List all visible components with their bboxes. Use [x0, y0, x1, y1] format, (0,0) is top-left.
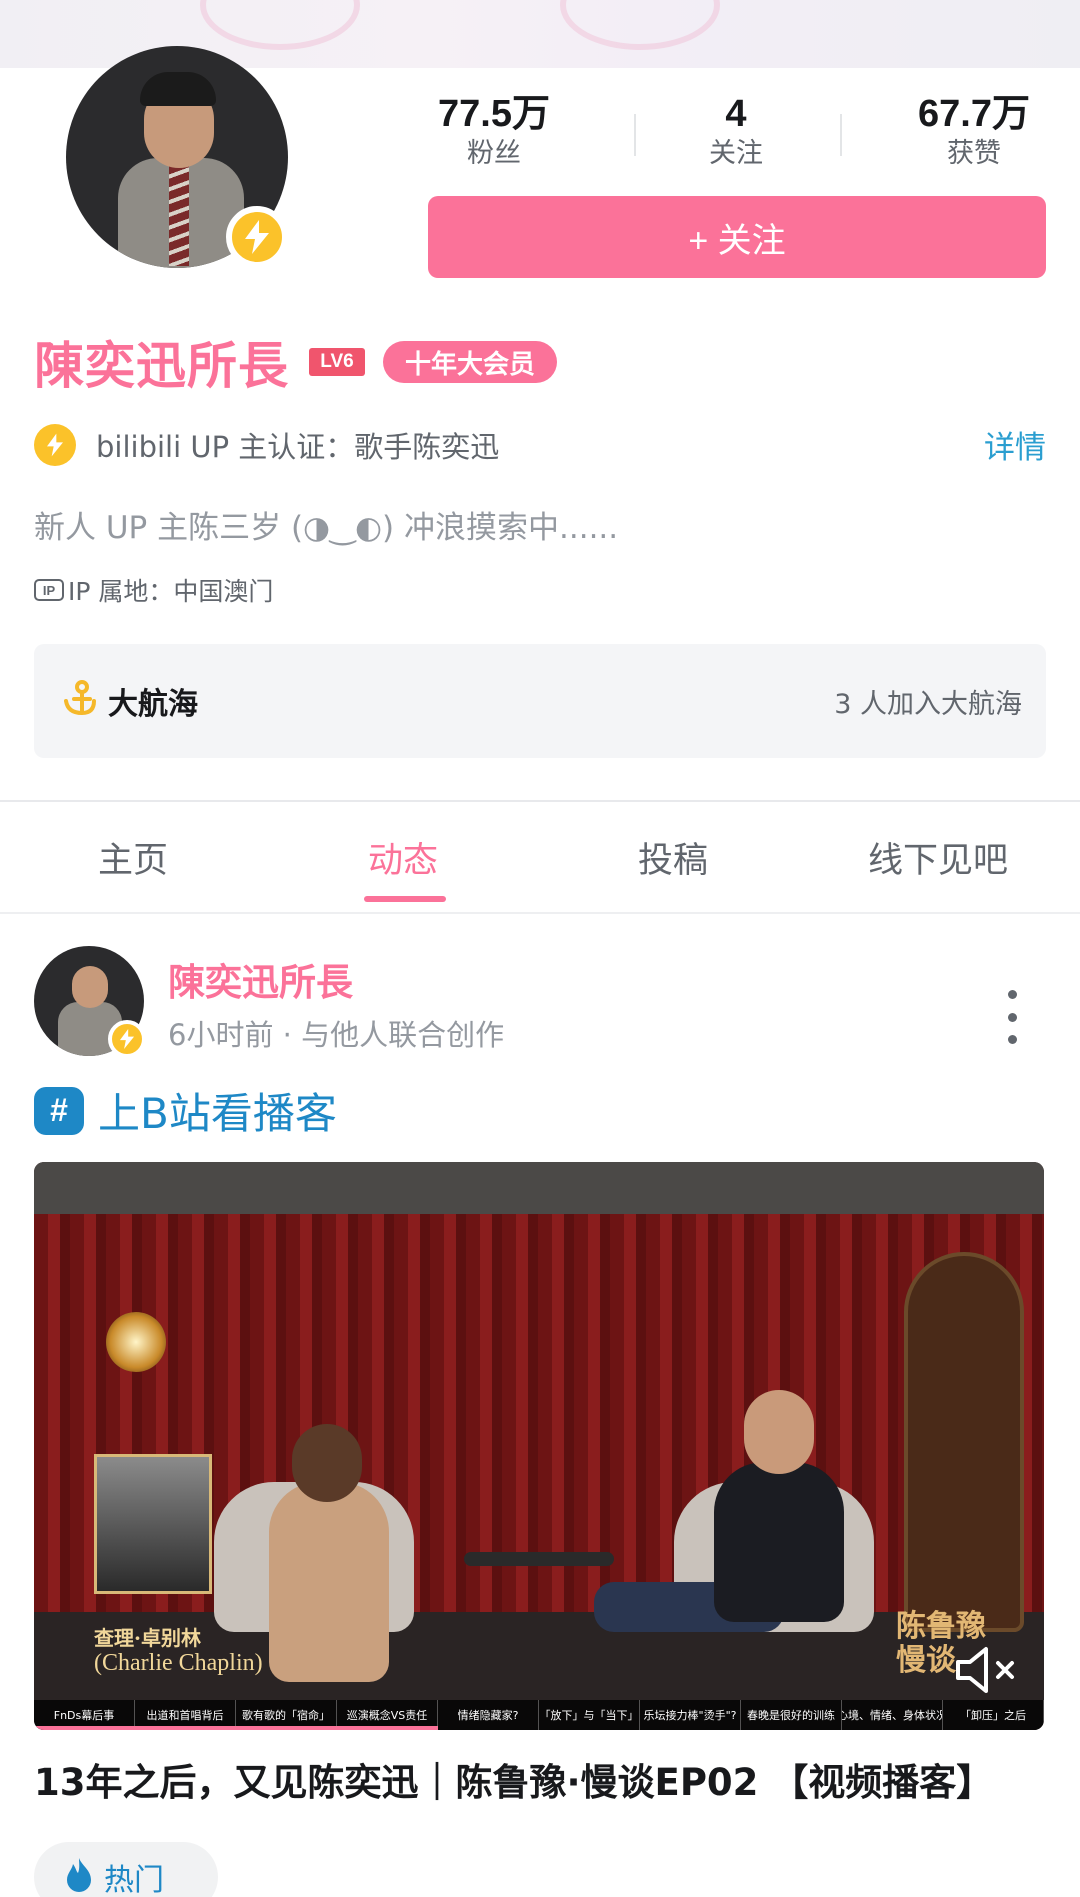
chapter-item[interactable]: 心境、情绪、身体状况: [842, 1700, 943, 1730]
profile-avatar[interactable]: [66, 46, 288, 268]
topic-link[interactable]: # 上B站看播客: [34, 1080, 337, 1141]
post-author-name[interactable]: 陳奕迅所長: [168, 952, 353, 1006]
chaplin-portrait: [94, 1454, 212, 1594]
ip-location-row: IP IP 属地：中国澳门: [34, 572, 273, 608]
active-tab-indicator: [364, 896, 446, 902]
chapter-item[interactable]: 「卸压」之后: [943, 1700, 1044, 1730]
ip-location-text: IP 属地：中国澳门: [68, 577, 274, 606]
video-shelf: [904, 1252, 1024, 1632]
tab-home[interactable]: 主页: [98, 832, 168, 883]
topic-text: 上B站看播客: [98, 1089, 337, 1138]
stat-value: 77.5万: [438, 93, 550, 135]
profile-name-row: 陳奕迅所長 LV6 十年大会员: [34, 332, 558, 395]
post-meta: 6小时前 · 与他人联合创作: [168, 1018, 505, 1052]
fire-icon: [64, 1857, 94, 1897]
tab-uploads[interactable]: 投稿: [638, 832, 708, 883]
level-badge: LV6: [309, 348, 365, 376]
detail-link[interactable]: 详情: [984, 422, 1046, 467]
hot-tag[interactable]: 热门: [34, 1842, 218, 1897]
video-lamp: [106, 1312, 166, 1372]
guard-count: 3 人加入大航海: [834, 688, 1022, 720]
tab-offline[interactable]: 线下见吧: [868, 832, 1008, 883]
profile-name: 陳奕迅所長: [34, 337, 289, 395]
profile-tabs: 主页 动态 投稿 线下见吧: [0, 802, 1080, 912]
ip-icon: IP: [34, 579, 64, 601]
stat-value: 4: [725, 93, 747, 135]
portrait-caption-en: (Charlie Chaplin): [94, 1650, 263, 1676]
profile-bio: 新人 UP 主陈三岁 (◑‿◐) 冲浪摸索中......: [34, 510, 619, 546]
chapter-item[interactable]: 「放下」与「当下」: [539, 1700, 640, 1730]
guard-card[interactable]: 大航海 3 人加入大航海: [34, 644, 1046, 758]
stat-fans[interactable]: 77.5万 粉丝: [394, 92, 594, 172]
vip-badge[interactable]: 十年大会员: [383, 341, 558, 383]
hot-tag-label: 热门: [104, 1863, 164, 1897]
certification-lightning-icon: [34, 424, 76, 466]
verified-lightning-icon: [226, 206, 288, 268]
stat-value: 67.7万: [918, 93, 1030, 135]
banner-decoration: [200, 0, 360, 50]
video-progress-bar[interactable]: [34, 1726, 438, 1730]
video-player[interactable]: 查理·卓别林 (Charlie Chaplin) 陈鲁豫 慢谈 FnDs幕后事 …: [34, 1162, 1044, 1730]
chapter-item[interactable]: 春晚是很好的训练: [741, 1700, 842, 1730]
topic-hash-icon: #: [34, 1086, 84, 1135]
anchor-icon: [58, 679, 98, 723]
certification-row: bilibili UP 主认证：歌手陈奕迅 详情: [34, 420, 1046, 470]
banner-decoration: [560, 0, 720, 50]
stat-following[interactable]: 4 关注: [636, 92, 836, 172]
stat-divider: [840, 114, 842, 156]
portrait-caption: 查理·卓别林: [94, 1626, 201, 1650]
stat-label: 获赞: [947, 138, 1001, 169]
guard-title: 大航海: [108, 687, 198, 722]
stat-likes: 67.7万 获赞: [874, 92, 1074, 172]
stat-label: 关注: [709, 138, 763, 169]
certification-text: bilibili UP 主认证：歌手陈奕迅: [96, 430, 500, 464]
verified-lightning-icon: [108, 1020, 146, 1058]
chapter-item[interactable]: 情绪隐藏家?: [438, 1700, 539, 1730]
tabs-divider: [0, 912, 1080, 914]
chapter-item[interactable]: 乐坛接力棒"烫手"?: [640, 1700, 741, 1730]
video-title[interactable]: 13年之后，又见陈奕迅｜陈鲁豫·慢谈EP02 【视频播客】: [34, 1752, 1046, 1806]
more-options-icon[interactable]: [1000, 990, 1024, 1044]
mute-icon[interactable]: [954, 1642, 1024, 1698]
tab-dynamics[interactable]: 动态: [368, 832, 438, 883]
profile-stats: 77.5万 粉丝 4 关注 67.7万 获赞: [428, 92, 1048, 172]
follow-button[interactable]: + 关注: [428, 196, 1046, 278]
stat-label: 粉丝: [467, 138, 521, 169]
